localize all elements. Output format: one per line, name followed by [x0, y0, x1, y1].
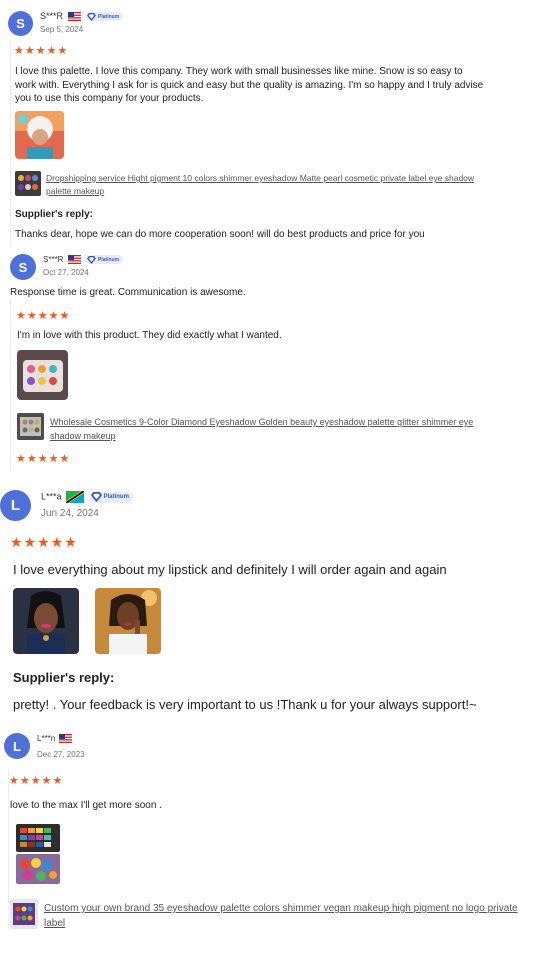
- review-date: Oct 27, 2024: [43, 268, 89, 277]
- supplier-reply-label: Supplier's reply:: [15, 209, 93, 220]
- platinum-badge: Platinum: [85, 255, 124, 265]
- reviewer-name-row: S***R Platinum: [40, 11, 124, 22]
- avatar: S: [8, 11, 33, 36]
- review-photo[interactable]: [13, 588, 79, 654]
- product-link[interactable]: Custom your own brand 35 eyeshadow palet…: [44, 901, 524, 931]
- platinum-badge: Platinum: [86, 12, 124, 22]
- us-flag-icon: [67, 255, 81, 265]
- supplier-reply-text: pretty! . Your feedback is very importan…: [13, 697, 477, 712]
- review-date: Sep 5, 2024: [40, 25, 84, 34]
- reviewer-name: L***n: [37, 734, 56, 743]
- tanzania-flag-icon: [66, 491, 85, 503]
- star-rating: ★★★★★: [16, 310, 71, 322]
- review-photo[interactable]: [17, 350, 68, 400]
- platinum-diamond-icon: [87, 12, 96, 21]
- reviewer-name-row: L***a Platinum: [41, 491, 133, 503]
- star-rating: ★★★★★: [16, 453, 71, 465]
- us-flag-icon: [59, 734, 73, 744]
- review-date: Jun 24, 2024: [41, 508, 99, 519]
- platinum-diamond-icon: [90, 492, 102, 502]
- supplier-reply-label: Supplier's reply:: [13, 670, 115, 685]
- star-rating: ★★★★★: [10, 534, 78, 550]
- avatar: S: [10, 254, 36, 280]
- us-flag-icon: [67, 12, 81, 22]
- review-text: I'm in love with this product. They did …: [17, 330, 282, 341]
- review-date: Dec 27, 2023: [37, 750, 85, 759]
- reviewer-name: L***a: [41, 491, 62, 502]
- product-thumbnail[interactable]: [15, 171, 41, 196]
- reviewer-name-row: S***R Platinum: [43, 255, 124, 265]
- reviewer-name: S***R: [43, 255, 64, 264]
- review-divider: [8, 770, 9, 930]
- avatar: L: [4, 733, 30, 759]
- platinum-badge: Platinum: [89, 491, 133, 503]
- product-link[interactable]: Dropshipping service Hight pigment 10 co…: [46, 172, 476, 198]
- product-link[interactable]: Wholesale Cosmetics 9-Color Diamond Eyes…: [50, 415, 505, 443]
- avatar: L: [0, 490, 31, 521]
- review-photo[interactable]: [15, 111, 64, 159]
- review-divider: [10, 300, 11, 470]
- star-rating: ★★★★★: [9, 775, 64, 787]
- supplier-reply-text: Thanks dear, hope we can do more coopera…: [15, 229, 425, 240]
- review-text: love to the max I'll get more soon .: [10, 800, 162, 811]
- review-text: I love this palette. I love this company…: [15, 66, 484, 104]
- star-rating: ★★★★★: [14, 45, 69, 57]
- reviewer-name-row: L***n: [37, 734, 73, 744]
- review-summary: Response time is great. Communication is…: [10, 287, 246, 298]
- review-photo[interactable]: [16, 824, 60, 852]
- review-photo[interactable]: [95, 588, 161, 654]
- product-thumbnail[interactable]: [10, 899, 38, 929]
- platinum-diamond-icon: [86, 255, 96, 264]
- review-divider: [10, 42, 11, 247]
- review-text: I love everything about my lipstick and …: [13, 562, 447, 577]
- review-photo[interactable]: [16, 854, 60, 884]
- reviewer-name: S***R: [40, 11, 64, 21]
- product-thumbnail[interactable]: [17, 413, 44, 440]
